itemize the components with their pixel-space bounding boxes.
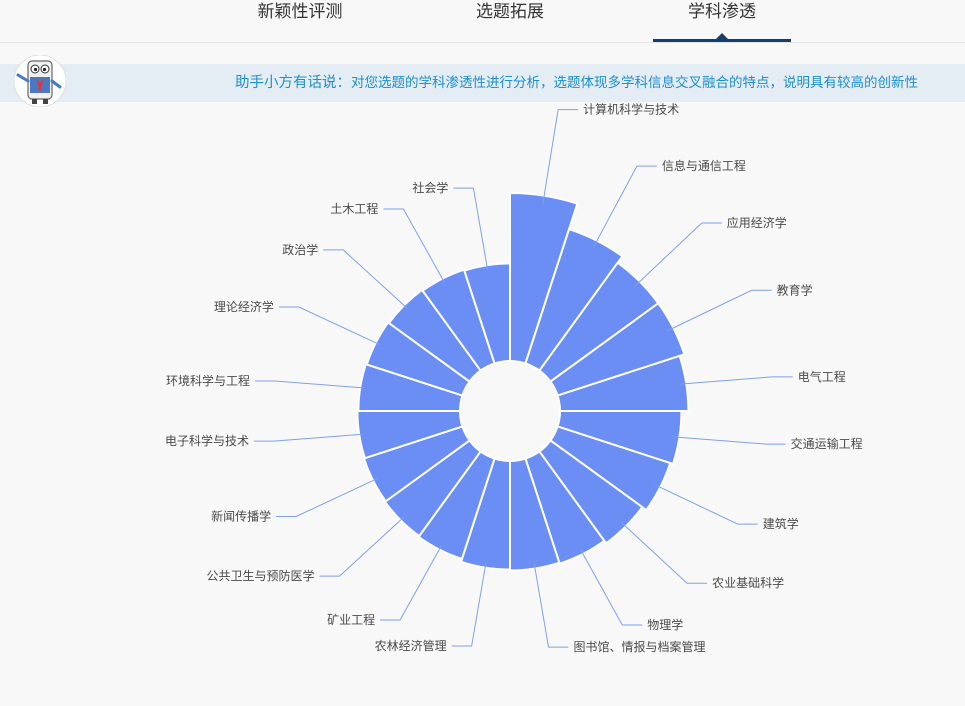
category-label: 环境科学与工程 <box>166 373 250 388</box>
label-leader-line <box>276 478 378 517</box>
label-leader-line <box>451 562 487 647</box>
category-label: 教育学 <box>777 282 813 297</box>
label-leader-line <box>634 222 722 287</box>
category-label: 农业基础科学 <box>712 575 784 590</box>
label-leader-line <box>319 516 405 577</box>
label-leader-line <box>679 376 793 385</box>
label-leader-line <box>533 563 569 648</box>
category-label: 新闻传播学 <box>211 508 271 523</box>
discipline-rose-chart: 计算机科学与技术信息与通信工程应用经济学教育学电气工程交通运输工程建筑学农业基础… <box>165 102 863 654</box>
category-label: 信息与通信工程 <box>662 158 746 173</box>
label-leader-line <box>673 436 786 445</box>
label-leader-line <box>593 165 657 248</box>
category-label: 建筑学 <box>763 516 799 531</box>
label-leader-line <box>667 289 772 332</box>
category-label: 图书馆、情报与档案管理 <box>574 639 706 654</box>
label-leader-line <box>621 522 708 584</box>
category-label: 电气工程 <box>798 369 846 384</box>
category-label: 交通运输工程 <box>791 436 863 451</box>
category-label: 农林经济管理 <box>375 638 447 653</box>
label-leader-line <box>380 545 443 621</box>
label-leader-line <box>453 187 489 270</box>
label-leader-line <box>278 306 381 346</box>
label-leader-line <box>580 549 643 626</box>
category-label: 社会学 <box>412 180 448 195</box>
category-label: 公共卫生与预防医学 <box>207 568 315 583</box>
category-label: 政治学 <box>282 242 318 257</box>
label-leader-line <box>253 433 364 442</box>
label-leader-line <box>542 109 579 205</box>
label-leader-line <box>254 380 365 389</box>
category-label: 理论经济学 <box>214 299 274 314</box>
label-leader-line <box>323 249 408 309</box>
label-leader-line <box>383 208 445 283</box>
category-label: 矿业工程 <box>327 612 375 627</box>
category-label: 电子科学与技术 <box>165 433 249 448</box>
category-label: 土木工程 <box>330 201 378 216</box>
category-label: 计算机科学与技术 <box>583 102 679 117</box>
category-label: 物理学 <box>647 617 683 632</box>
category-label: 应用经济学 <box>727 215 787 230</box>
label-leader-line <box>654 484 758 525</box>
